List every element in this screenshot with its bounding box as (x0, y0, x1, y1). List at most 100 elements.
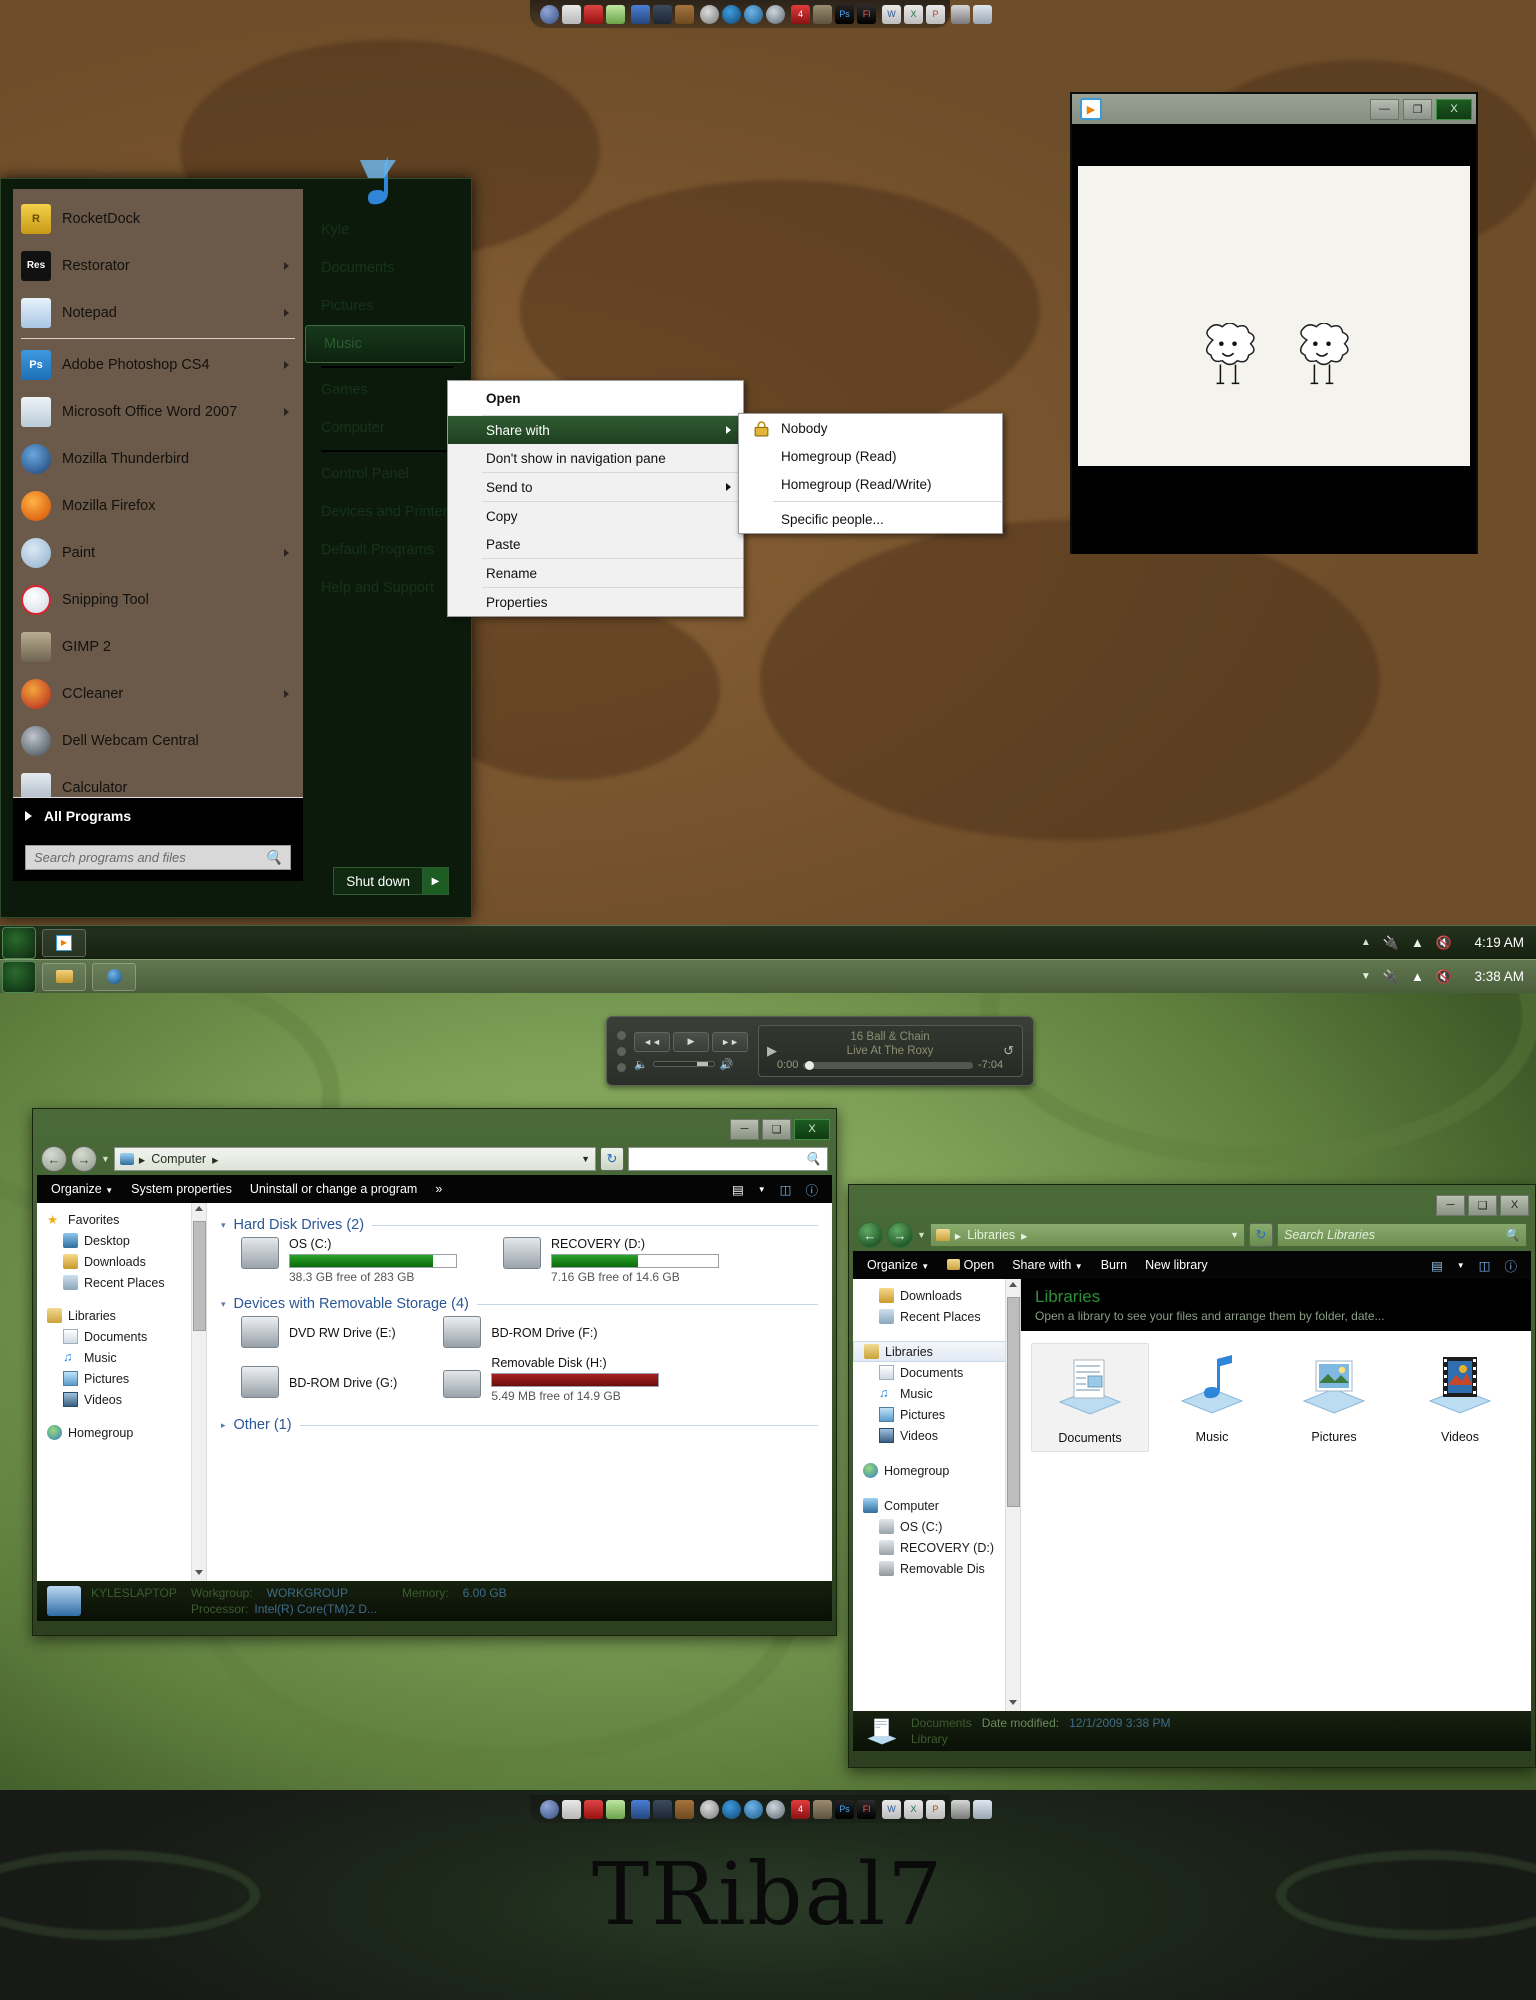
start-menu-item-paint[interactable]: Paint (13, 529, 303, 576)
minimize-button[interactable]: — (1370, 99, 1399, 120)
refresh-button[interactable]: ↻ (600, 1147, 624, 1171)
dock-icon-utorrent[interactable]: 4 (791, 5, 810, 24)
shutdown-options-arrow-icon[interactable]: ▶ (423, 867, 449, 895)
all-programs-button[interactable]: All Programs (13, 797, 303, 833)
search-input[interactable]: Search Libraries 🔍 (1277, 1223, 1527, 1247)
dock-icon-image[interactable] (606, 5, 625, 24)
dock-icon-photo[interactable] (562, 1800, 581, 1819)
drive-item-removable-disk-h[interactable]: Removable Disk (H:) 5.49 MB free of 14.9… (443, 1356, 659, 1403)
context-menu-item-share-with[interactable]: Share with (448, 416, 743, 444)
nav-item-recovery-d[interactable]: RECOVERY (D:) (853, 1537, 1020, 1558)
dock-icon-mail[interactable] (700, 1800, 719, 1819)
change-view-icon[interactable]: ▤ (732, 1182, 744, 1197)
play-button[interactable]: ▶ (673, 1032, 709, 1052)
taskbar-media-player-button[interactable]: ▶ (42, 929, 86, 957)
group-header-other[interactable]: ▸ Other (1) (221, 1417, 818, 1433)
dock-icon-photoshop[interactable]: Ps (835, 1800, 854, 1819)
minimize-button[interactable]: ─ (1436, 1195, 1465, 1216)
start-menu-place-default-programs[interactable]: Default Programs (303, 531, 471, 569)
nav-item-music[interactable]: ♫Music (37, 1347, 206, 1368)
dock-icon-powerpoint[interactable]: P (926, 1800, 945, 1819)
close-button[interactable]: X (1500, 1195, 1529, 1216)
preview-pane-icon[interactable]: ◫ (1479, 1258, 1491, 1273)
nav-pane-scrollbar[interactable] (191, 1203, 206, 1581)
nav-item-computer[interactable]: Computer (853, 1495, 1020, 1516)
command-toolbar[interactable]: Organize ▼ System properties Uninstall o… (37, 1175, 832, 1203)
power-plug-icon[interactable]: 🔌 (1383, 969, 1399, 985)
maximize-button[interactable]: ❐ (1403, 99, 1432, 120)
navigation-bar[interactable]: ← → ▼ ▸ Libraries ▸ ▼ ↻ Search Libraries… (853, 1221, 1531, 1251)
show-hidden-icons-up-icon[interactable]: ▲ (1361, 937, 1371, 948)
clock[interactable]: 4:19 AM (1464, 935, 1524, 950)
dock-icon-trash[interactable] (973, 1800, 992, 1819)
chevron-down-icon[interactable]: ▼ (1457, 1261, 1465, 1270)
forward-button[interactable]: → (887, 1222, 913, 1248)
dock-icon-folder-dark[interactable] (653, 1800, 672, 1819)
scroll-down-arrow-icon[interactable] (1009, 1700, 1017, 1705)
nav-item-desktop[interactable]: Desktop (37, 1230, 206, 1251)
dock-icon-browser[interactable] (722, 1800, 741, 1819)
library-tile-grid[interactable]: Documents Music (1021, 1331, 1531, 1464)
start-orb-button[interactable] (2, 927, 36, 959)
nav-item-downloads[interactable]: Downloads (853, 1285, 1020, 1306)
system-tray[interactable]: ▲ 🔌 ▲ 🔇 4:19 AM (1361, 935, 1536, 951)
group-header-hard-disk-drives[interactable]: ▾ Hard Disk Drives (2) (221, 1217, 818, 1233)
nav-item-recent-places[interactable]: Recent Places (853, 1306, 1020, 1327)
top-rocketdock[interactable]: 4 Ps Fl W X P (530, 0, 950, 28)
dock-icon-utorrent[interactable]: 4 (791, 1800, 810, 1819)
dock-icon-monitor[interactable] (951, 1800, 970, 1819)
media-player-titlebar[interactable]: ▶ — ❐ X (1072, 94, 1476, 124)
repeat-icon[interactable]: ↺ (1003, 1043, 1014, 1059)
computer-explorer-window[interactable]: ─ ❑ X ← → ▼ ▸ Computer ▸ ▼ ↻ 🔍 Organize … (32, 1108, 837, 1636)
drive-item-os-c[interactable]: OS (C:) 38.3 GB free of 283 GB (241, 1237, 457, 1284)
seek-thumb[interactable] (805, 1061, 814, 1070)
nav-item-videos[interactable]: Videos (853, 1425, 1020, 1446)
nav-item-documents[interactable]: Documents (37, 1326, 206, 1347)
dock-icon-word[interactable]: W (882, 1800, 901, 1819)
context-menu-item-rename[interactable]: Rename (448, 559, 743, 587)
network-signal-icon[interactable]: ▲ (1411, 969, 1424, 984)
context-menu-item-properties[interactable]: Properties (448, 588, 743, 616)
dock-icon-excel[interactable]: X (904, 1800, 923, 1819)
start-menu-item-thunderbird[interactable]: Mozilla Thunderbird (13, 435, 303, 482)
dock-icon-excel[interactable]: X (904, 5, 923, 24)
start-menu-item-rocketdock[interactable]: R RocketDock (13, 195, 303, 242)
scrollbar-thumb[interactable] (193, 1221, 206, 1331)
taskbar-light[interactable]: ▼ 🔌 ▲ 🔇 3:38 AM (0, 959, 1536, 993)
nav-item-os-c[interactable]: OS (C:) (853, 1516, 1020, 1537)
share-with-submenu[interactable]: Nobody Homegroup (Read) Homegroup (Read/… (738, 413, 1003, 534)
scrollbar-thumb[interactable] (1007, 1297, 1020, 1507)
volume-muted-icon[interactable]: 🔇 (1436, 969, 1452, 985)
dock-icon-folder-brown[interactable] (675, 1800, 694, 1819)
network-signal-icon[interactable]: ▲ (1411, 935, 1424, 950)
start-menu-item-restorator[interactable]: Res Restorator (13, 242, 303, 289)
context-menu-item-paste[interactable]: Paste (448, 530, 743, 558)
nav-pane-scrollbar[interactable] (1005, 1279, 1020, 1711)
player-volume-row[interactable]: 🔈 🔊 (634, 1058, 748, 1071)
nav-item-recent-places[interactable]: Recent Places (37, 1272, 206, 1293)
back-button[interactable]: ← (41, 1146, 67, 1172)
volume-thumb[interactable] (697, 1062, 708, 1066)
open-button[interactable]: Open (947, 1258, 994, 1272)
scroll-down-arrow-icon[interactable] (195, 1570, 203, 1575)
dock-icon-flash[interactable]: Fl (857, 1800, 876, 1819)
clock[interactable]: 3:38 AM (1464, 969, 1524, 984)
dock-icon-book[interactable] (584, 1800, 603, 1819)
navigation-bar[interactable]: ← → ▼ ▸ Computer ▸ ▼ ↻ 🔍 (37, 1145, 832, 1175)
collapse-triangle-icon[interactable]: ▾ (221, 1299, 226, 1310)
organize-button[interactable]: Organize ▼ (867, 1258, 929, 1272)
dock-icon-monitor[interactable] (951, 5, 970, 24)
start-menu-place-games[interactable]: Games (303, 371, 471, 409)
navigation-pane[interactable]: ★Favorites Desktop Downloads Recent Plac… (37, 1203, 207, 1581)
nav-item-downloads[interactable]: Downloads (37, 1251, 206, 1272)
breadcrumb-separator[interactable]: ▸ (212, 1152, 218, 1167)
recent-pages-dropdown-icon[interactable]: ▼ (101, 1154, 110, 1164)
dock-icon-mail[interactable] (700, 5, 719, 24)
library-tile-videos[interactable]: Videos (1401, 1343, 1519, 1452)
burn-button[interactable]: Burn (1101, 1258, 1127, 1272)
start-menu-item-ccleaner[interactable]: CCleaner (13, 670, 303, 717)
context-menu-item-send-to[interactable]: Send to (448, 473, 743, 501)
library-tile-music[interactable]: Music (1153, 1343, 1271, 1452)
start-menu-item-firefox[interactable]: Mozilla Firefox (13, 482, 303, 529)
help-icon[interactable]: ⓘ (1504, 1256, 1517, 1275)
